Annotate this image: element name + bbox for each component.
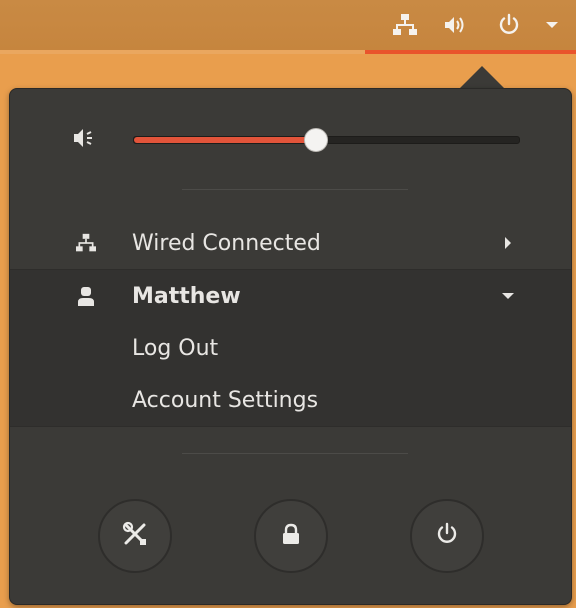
user-name: Matthew xyxy=(132,283,241,309)
tools-icon xyxy=(122,521,148,551)
menu-pointer xyxy=(459,66,505,89)
power-icon[interactable] xyxy=(494,0,524,50)
network-label: Wired Connected xyxy=(132,230,321,256)
account-settings-label: Account Settings xyxy=(132,387,319,413)
power-off-button[interactable] xyxy=(410,499,484,573)
caret-down-icon xyxy=(500,288,516,304)
power-icon xyxy=(435,522,459,550)
volume-slider-fill xyxy=(134,137,315,143)
separator xyxy=(182,453,408,454)
caret-down-icon[interactable] xyxy=(540,0,564,50)
network-row[interactable]: Wired Connected xyxy=(10,217,571,269)
account-settings-item[interactable]: Account Settings xyxy=(10,374,571,426)
network-wired-icon xyxy=(76,233,96,253)
volume-slider-knob[interactable] xyxy=(303,128,328,152)
log-out-item[interactable]: Log Out xyxy=(10,322,571,374)
log-out-label: Log Out xyxy=(132,335,219,361)
lock-icon xyxy=(281,523,301,549)
network-wired-icon[interactable] xyxy=(390,0,420,50)
lock-button[interactable] xyxy=(254,499,328,573)
separator xyxy=(182,189,408,190)
volume-icon[interactable] xyxy=(440,0,470,50)
system-menu: Wired Connected Matthew Log Out Account … xyxy=(9,88,572,605)
volume-slider[interactable] xyxy=(133,128,520,152)
volume-muted-icon xyxy=(72,125,100,151)
user-row[interactable]: Matthew xyxy=(10,270,571,322)
settings-button[interactable] xyxy=(98,499,172,573)
user-icon xyxy=(76,286,96,306)
top-bar xyxy=(0,0,576,50)
user-section: Matthew Log Out Account Settings xyxy=(10,269,571,427)
chevron-right-icon xyxy=(500,235,516,251)
active-indicator xyxy=(365,50,576,54)
